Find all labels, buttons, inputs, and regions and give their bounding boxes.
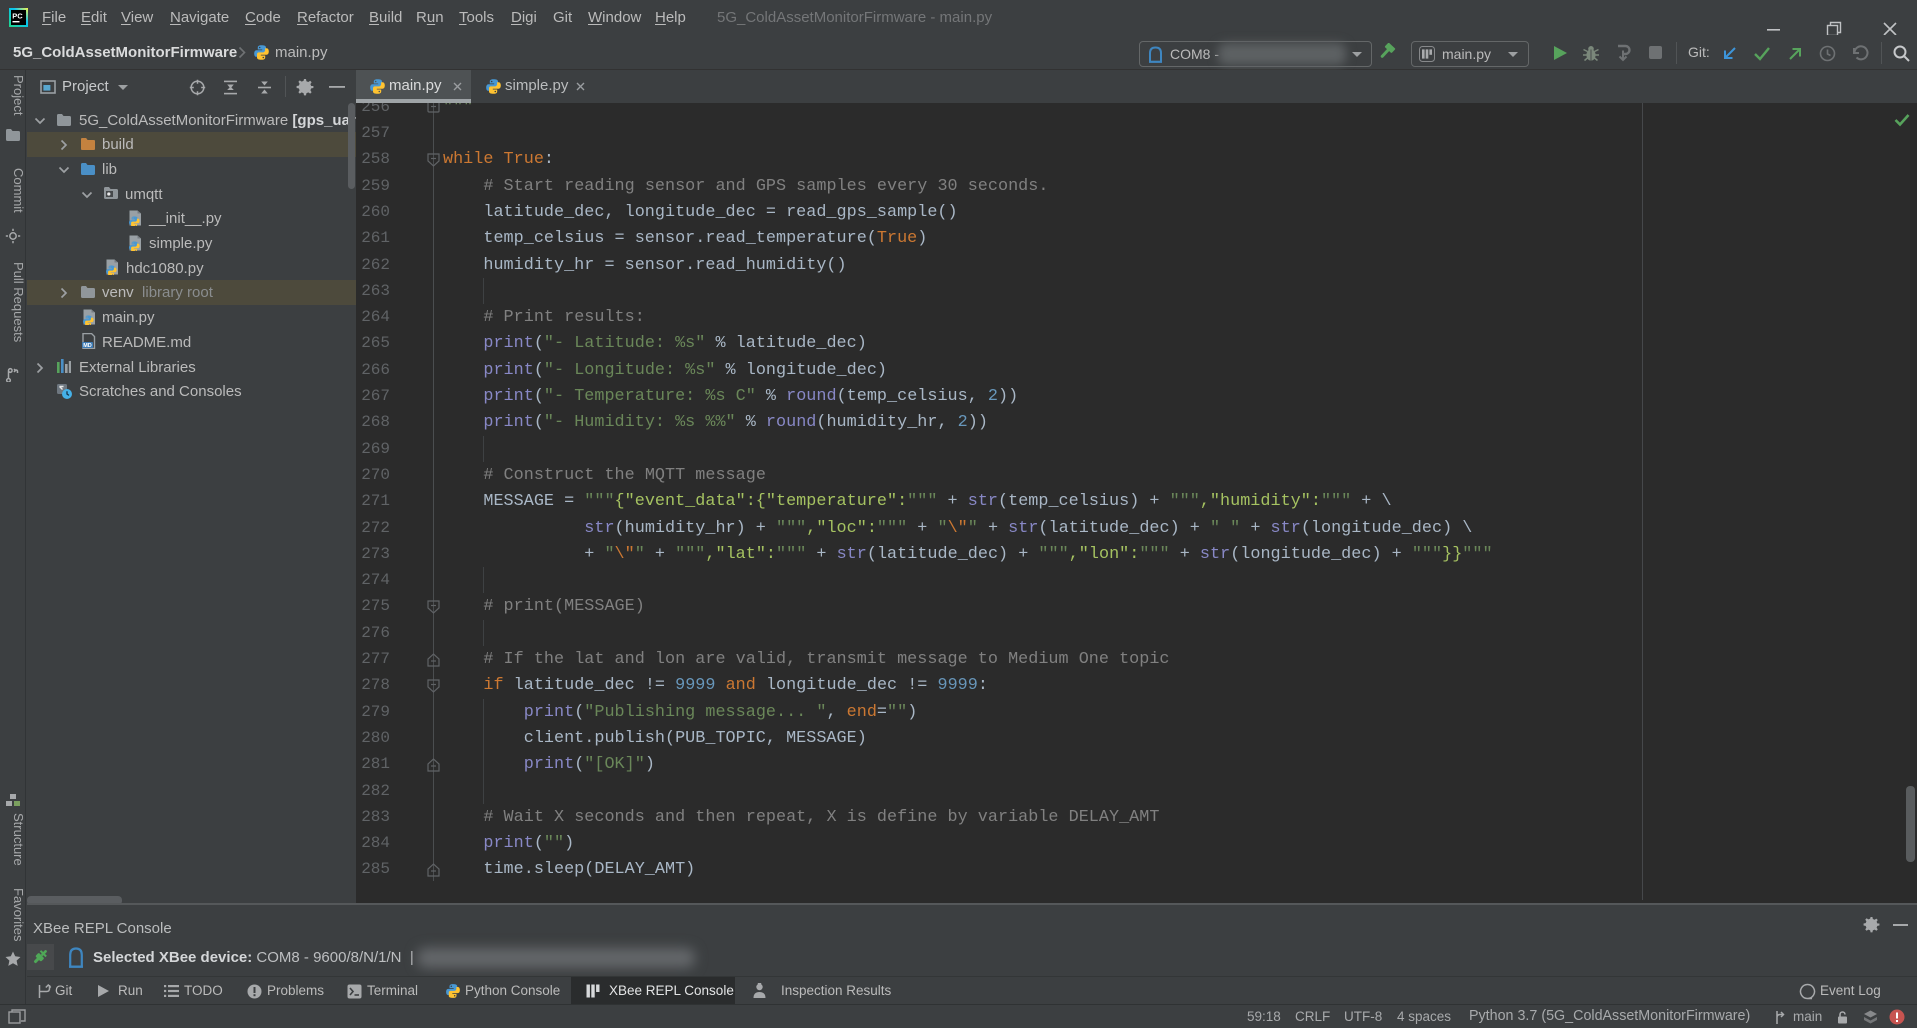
svg-text:PC: PC	[12, 12, 23, 21]
svg-text:MD: MD	[83, 343, 92, 349]
